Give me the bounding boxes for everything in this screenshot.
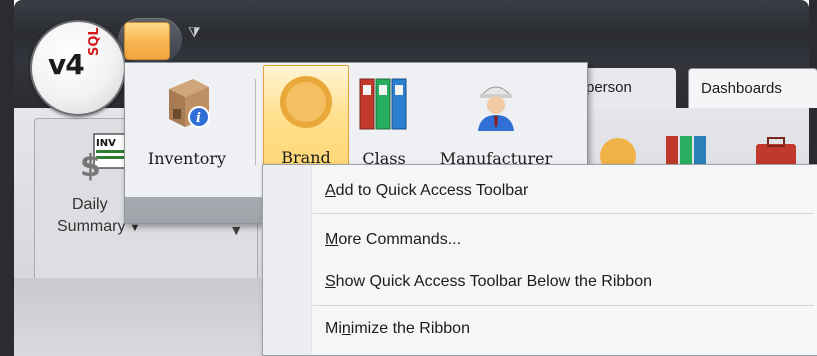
window-left-edge [0, 0, 14, 356]
menu-separator [313, 305, 814, 306]
group-separator [255, 79, 256, 165]
dropdown-arrow-icon[interactable]: ▼ [232, 224, 240, 237]
summary-label: Summary [57, 218, 126, 235]
daily-label: Daily [72, 196, 108, 213]
logo-sub-text: SQL [87, 27, 102, 56]
tab-person[interactable]: person [576, 68, 676, 108]
menu-item-more-commands[interactable]: More Commands... [325, 231, 461, 249]
worker-icon [478, 86, 514, 131]
menu-item-add-to-quick-access[interactable]: Add to Quick Access Toolbar [325, 182, 528, 200]
inv-badge: INV [96, 138, 116, 149]
tab-dashboards[interactable]: Dashboards [688, 68, 817, 108]
application-window: ⧩ v4 SQL person Dashboards INV $ Daily S… [0, 0, 817, 356]
menu-item-minimize-ribbon[interactable]: Minimize the Ribbon [325, 320, 470, 338]
inventory-box-icon: i [169, 79, 210, 128]
class-button[interactable]: Class [353, 67, 415, 179]
menu-separator [313, 213, 814, 214]
context-menu-gutter [263, 165, 312, 355]
context-menu: Add to Quick Access Toolbar More Command… [262, 164, 817, 356]
binders-icon [359, 78, 407, 130]
menu-item-show-below-ribbon[interactable]: Show Quick Access Toolbar Below the Ribb… [325, 273, 652, 291]
inventory-button[interactable]: i Inventory [135, 67, 239, 179]
brand-seal-icon [280, 76, 332, 128]
manufacturer-button[interactable]: Manufacturer [421, 67, 571, 179]
inventory-label: Inventory [147, 149, 227, 168]
logo-text: v4 [48, 48, 85, 81]
svg-text:i: i [196, 111, 201, 126]
quick-access-button[interactable] [124, 22, 170, 60]
svg-text:$: $ [80, 149, 101, 184]
customize-quick-access-icon[interactable]: ⧩ [188, 26, 201, 40]
application-menu-button[interactable]: v4 SQL [30, 20, 126, 116]
